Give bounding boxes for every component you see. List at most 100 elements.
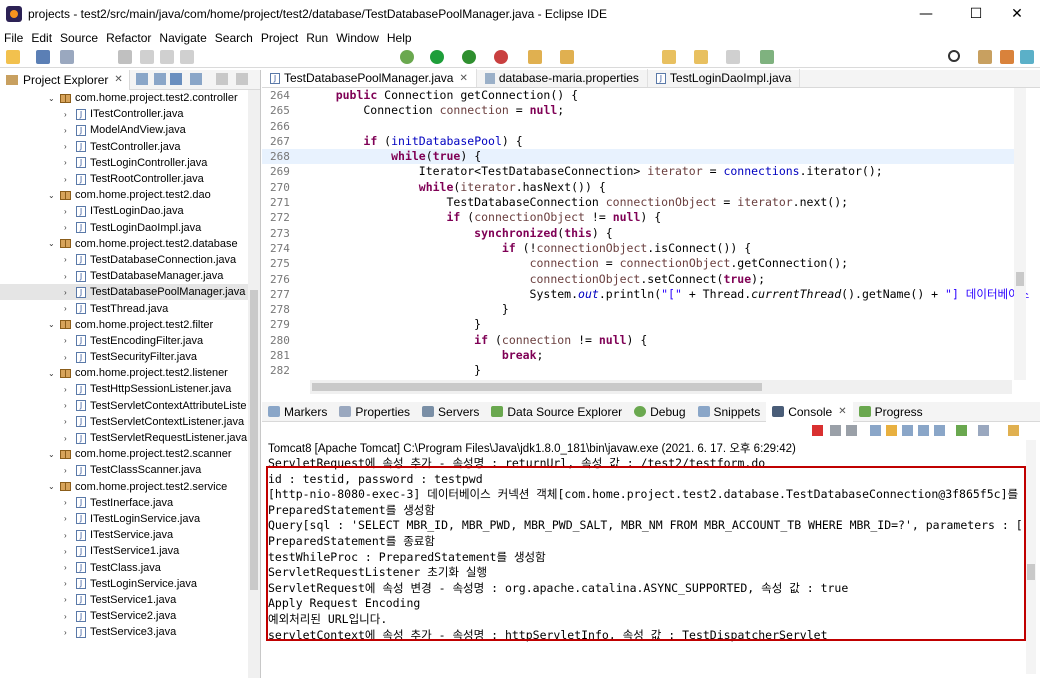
menu-file[interactable]: File bbox=[0, 31, 27, 45]
chevron-icon[interactable]: ⌄ bbox=[48, 450, 58, 459]
code-line[interactable]: 279 } bbox=[262, 317, 1022, 332]
menu-navigate[interactable]: Navigate bbox=[155, 31, 210, 45]
chevron-icon[interactable]: › bbox=[64, 110, 74, 119]
minimize-view-icon[interactable] bbox=[216, 73, 228, 85]
save-all-icon[interactable] bbox=[60, 50, 74, 64]
menu-refactor[interactable]: Refactor bbox=[102, 31, 155, 45]
chevron-icon[interactable]: ⌄ bbox=[48, 369, 58, 378]
show-stdout-icon[interactable] bbox=[918, 425, 929, 436]
tab-properties[interactable]: Properties bbox=[333, 402, 416, 422]
close-icon[interactable]: ✕ bbox=[838, 406, 846, 417]
save-icon[interactable] bbox=[36, 50, 50, 64]
code-line[interactable]: 264 public Connection getConnection() { bbox=[262, 88, 1022, 103]
code-line[interactable]: 266 bbox=[262, 119, 1022, 134]
chevron-icon[interactable]: ⌄ bbox=[48, 320, 58, 329]
chevron-icon[interactable]: › bbox=[64, 466, 74, 475]
open-perspective-icon[interactable] bbox=[978, 50, 992, 64]
chevron-icon[interactable]: › bbox=[64, 142, 74, 151]
show-stderr-icon[interactable] bbox=[934, 425, 945, 436]
chevron-icon[interactable]: › bbox=[64, 336, 74, 345]
tree-package[interactable]: ⌄ com.home.project.test2.scanner bbox=[0, 446, 248, 462]
tree-file[interactable]: › J TestServletRequestListener.java bbox=[0, 430, 248, 446]
code-line[interactable]: 281 break; bbox=[262, 348, 1022, 363]
chevron-icon[interactable]: › bbox=[64, 255, 74, 264]
menu-search[interactable]: Search bbox=[211, 31, 257, 45]
tab-progress[interactable]: Progress bbox=[853, 402, 929, 422]
chevron-icon[interactable]: ⌄ bbox=[48, 239, 58, 248]
code-line[interactable]: 278 } bbox=[262, 302, 1022, 317]
chevron-icon[interactable]: ⌄ bbox=[48, 191, 58, 200]
tab-snippets[interactable]: Snippets bbox=[692, 402, 767, 422]
pin-editor-icon[interactable] bbox=[760, 50, 774, 64]
tree-file[interactable]: › J TestServletContextListener.java bbox=[0, 414, 248, 430]
chevron-icon[interactable]: › bbox=[64, 207, 74, 216]
tree-file[interactable]: › J TestInerface.java bbox=[0, 495, 248, 511]
close-icon[interactable]: ✕ bbox=[459, 73, 467, 84]
code-area[interactable]: 264 public Connection getConnection() { 2… bbox=[262, 88, 1029, 380]
tab-database-maria-properties[interactable]: database-maria.properties bbox=[477, 69, 648, 87]
search-icon[interactable] bbox=[948, 50, 960, 62]
tree-file[interactable]: › J ITestController.java bbox=[0, 106, 248, 122]
tab-servers[interactable]: Servers bbox=[416, 402, 485, 422]
view-menu-icon[interactable] bbox=[190, 73, 202, 85]
chevron-icon[interactable]: ⌄ bbox=[48, 94, 58, 103]
tree-package[interactable]: ⌄ com.home.project.test2.filter bbox=[0, 317, 248, 333]
code-line[interactable]: 269 Iterator<TestDatabaseConnection> ite… bbox=[262, 164, 1022, 179]
debug-perspective-icon[interactable] bbox=[1020, 50, 1034, 64]
code-line[interactable]: 276 connectionObject.setConnect(true); bbox=[262, 272, 1022, 287]
debug-icon[interactable] bbox=[400, 50, 414, 64]
chevron-icon[interactable]: › bbox=[64, 304, 74, 313]
tree-file[interactable]: › J TestRootController.java bbox=[0, 171, 248, 187]
tree-file[interactable]: › J TestDatabasePoolManager.java bbox=[0, 284, 248, 301]
tree-file[interactable]: › J TestServletContextAttributeListe bbox=[0, 398, 248, 414]
open-console-icon[interactable] bbox=[1008, 425, 1019, 436]
back-icon[interactable] bbox=[662, 50, 676, 64]
tree-file[interactable]: › J TestClassScanner.java bbox=[0, 462, 248, 478]
tree-file[interactable]: › J TestEncodingFilter.java bbox=[0, 333, 248, 349]
chevron-icon[interactable]: › bbox=[64, 547, 74, 556]
remove-launch-icon[interactable] bbox=[830, 425, 841, 436]
remove-all-icon[interactable] bbox=[846, 425, 857, 436]
tree-file[interactable]: › J TestLoginController.java bbox=[0, 155, 248, 171]
chevron-icon[interactable]: › bbox=[64, 175, 74, 184]
chevron-icon[interactable]: › bbox=[64, 417, 74, 426]
run-server-icon[interactable] bbox=[462, 50, 476, 64]
maximize-button[interactable]: ☐ bbox=[953, 0, 999, 28]
tab-debug[interactable]: Debug bbox=[628, 402, 691, 422]
menu-edit[interactable]: Edit bbox=[27, 31, 56, 45]
chevron-icon[interactable]: › bbox=[64, 531, 74, 540]
tree-package[interactable]: ⌄ com.home.project.test2.controller bbox=[0, 90, 248, 106]
word-wrap-icon[interactable] bbox=[902, 425, 913, 436]
external-tools-icon[interactable] bbox=[494, 50, 508, 64]
tree-file[interactable]: › J ITestLoginDao.java bbox=[0, 203, 248, 219]
code-line[interactable]: 267 if (initDatabasePool) { bbox=[262, 134, 1022, 149]
chevron-icon[interactable]: › bbox=[64, 385, 74, 394]
close-icon[interactable]: ✕ bbox=[114, 74, 122, 85]
tree-package[interactable]: ⌄ com.home.project.test2.service bbox=[0, 479, 248, 495]
tree-file[interactable]: › J TestService2.java bbox=[0, 608, 248, 624]
code-line[interactable]: 282 } bbox=[262, 363, 1022, 378]
tree-file[interactable]: › J TestLoginService.java bbox=[0, 576, 248, 592]
code-line[interactable]: 277 System.out.println("[" + Thread.curr… bbox=[262, 287, 1029, 302]
run-icon[interactable] bbox=[430, 50, 444, 64]
chevron-icon[interactable]: › bbox=[64, 514, 74, 523]
tab-testlogindaoimpl[interactable]: J TestLoginDaoImpl.java bbox=[648, 69, 801, 87]
tree-file[interactable]: › J ITestLoginService.java bbox=[0, 511, 248, 527]
explorer-scroll-thumb[interactable] bbox=[250, 290, 258, 590]
chevron-icon[interactable]: › bbox=[64, 272, 74, 281]
code-line[interactable]: 270 while(iterator.hasNext()) { bbox=[262, 180, 1022, 195]
tree-file[interactable]: › J TestClass.java bbox=[0, 559, 248, 575]
tree-file[interactable]: › J TestService3.java bbox=[0, 624, 248, 640]
tree-package[interactable]: ⌄ com.home.project.test2.database bbox=[0, 236, 248, 252]
chevron-icon[interactable]: › bbox=[64, 612, 74, 621]
menu-project[interactable]: Project bbox=[257, 31, 302, 45]
clear-console-icon[interactable] bbox=[870, 425, 881, 436]
new-icon[interactable] bbox=[6, 50, 20, 64]
tab-console[interactable]: Console ✕ bbox=[766, 401, 853, 422]
tree-file[interactable]: › J TestThread.java bbox=[0, 300, 248, 316]
chevron-icon[interactable]: › bbox=[64, 628, 74, 637]
console-scrollbar[interactable] bbox=[1026, 440, 1036, 674]
tab-markers[interactable]: Markers bbox=[262, 402, 333, 422]
open-type-icon[interactable] bbox=[528, 50, 542, 64]
tree-file[interactable]: › J TestService1.java bbox=[0, 592, 248, 608]
